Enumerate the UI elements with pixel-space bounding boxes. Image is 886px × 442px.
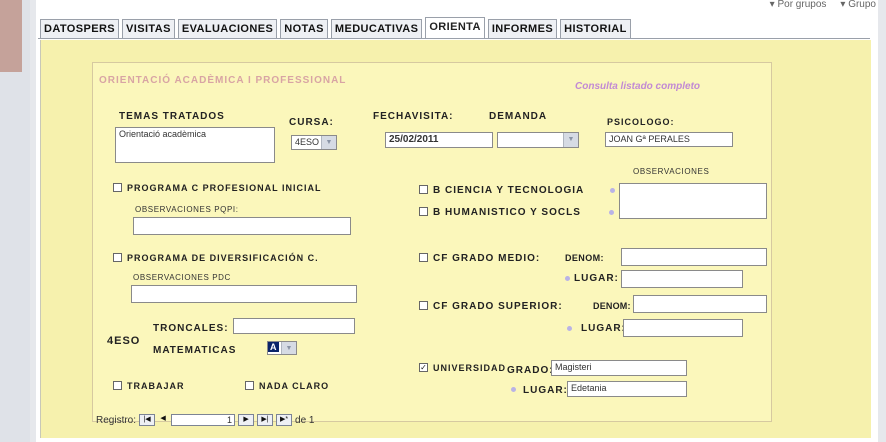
matematicas-label: MATEMATICAS [153,345,237,356]
tab-orienta[interactable]: ORIENTA [425,17,485,39]
cf-medio-denom-label: DENOM: [565,253,604,263]
fechavisita-label: FECHAVISITA: [373,111,454,122]
cf-superior-lugar-label: LUGAR: [581,323,626,334]
tab-notas[interactable]: NOTAS [280,19,328,39]
demanda-label: DEMANDA [489,111,548,122]
pcpi-checkbox[interactable] [113,183,122,192]
trabajar-label: TRABAJAR [127,381,185,391]
group-radio-bar: ▾ Por grupos ▾ Grupo [770,0,876,12]
psicologo-input[interactable]: JOAN Gª PERALES [605,132,733,147]
observaciones-textarea[interactable] [619,183,767,219]
new-record-button[interactable]: ▶* [276,414,293,426]
uni-lugar-input[interactable]: Edetania [567,381,687,397]
cf-medio-label: CF GRADO MEDIO: [433,253,541,264]
grado-label: GRADO: [507,365,554,376]
uni-lugar-label: LUGAR: [523,385,568,396]
consulta-link[interactable]: Consulta listado completo [575,81,700,92]
radio-por-grupos-label: Por grupos [777,0,827,10]
nada-claro-checkbox[interactable] [245,381,254,390]
matematicas-select[interactable]: A ▼ [267,341,297,355]
next-record-button[interactable]: ▶ [238,414,255,426]
trabajar-checkbox[interactable] [113,381,122,390]
tab-evaluaciones[interactable]: EVALUACIONES [177,19,278,39]
eso-label: 4ESO [107,335,141,347]
demanda-select[interactable]: ▼ [497,132,579,148]
troncales-input[interactable] [233,318,355,334]
tab-meducativas[interactable]: MEDUCATIVAS [330,19,423,39]
cf-medio-lugar-bullet [565,276,570,281]
universidad-checkbox[interactable]: ✓ [419,363,428,372]
pdc-obs-input[interactable] [131,285,357,303]
radio-grupo[interactable]: ▾ Grupo [840,0,876,10]
cursa-select[interactable]: 4ESO ▼ [291,135,337,150]
orientation-form: ORIENTACIÓ ACADÈMICA I PROFESSIONAL Cons… [92,62,772,422]
fechavisita-input[interactable]: 25/02/2011 [385,132,493,148]
registro-label: Registro: [96,414,137,426]
radio-grupo-label: Grupo [848,0,876,10]
psicologo-label: PSICOLOGO: [607,117,675,127]
tab-informes[interactable]: INFORMES [487,19,558,39]
humanistico-bullet [609,210,614,215]
grado-input[interactable]: Magisteri [551,360,687,376]
cf-superior-label: CF GRADO SUPERIOR: [433,301,563,312]
cf-medio-denom-input[interactable] [621,248,767,266]
chevron-down-icon: ▼ [563,133,578,147]
cf-medio-lugar-input[interactable] [621,270,743,288]
matematicas-value: A [268,342,279,352]
left-edge-chip [0,0,22,72]
tab-historial[interactable]: HISTORIAL [560,19,631,39]
cf-superior-denom-label: DENOM: [593,301,631,311]
universidad-label: UNIVERSIDAD [433,363,507,373]
ciencia-bullet [610,188,615,193]
last-record-button[interactable]: ▶| [257,414,274,426]
pdc-obs-label: OBSERVACIONES PDC [133,273,231,282]
pcpi-obs-input[interactable] [133,217,351,235]
pdc-label: PROGRAMA DE DIVERSIFICACIÓN C. [127,253,319,263]
chevron-down-icon: ▼ [281,342,296,354]
uni-lugar-bullet [511,387,516,392]
radio-por-grupos[interactable]: ▾ Por grupos [770,0,827,10]
observaciones-label: OBSERVACIONES [633,167,710,176]
pcpi-obs-label: OBSERVACIONES PQPI: [135,205,239,214]
temas-label: TEMAS TRATADOS [119,111,225,122]
pcpi-label: PROGRAMA C PROFESIONAL INICIAL [127,183,322,193]
section-title: ORIENTACIÓ ACADÈMICA I PROFESSIONAL [99,75,347,86]
left-edge [0,0,30,442]
cf-superior-lugar-input[interactable] [623,319,743,337]
record-navigator: Registro: |◀ ◀ 1 ▶ ▶| ▶* de 1 [96,414,314,426]
first-record-button[interactable]: |◀ [139,414,156,426]
cf-superior-lugar-bullet [567,326,572,331]
nada-claro-label: NADA CLARO [259,381,330,391]
ciencia-label: B CIENCIA Y TECNOLOGIA [433,185,585,196]
humanistico-checkbox[interactable] [419,207,428,216]
humanistico-label: B HUMANISTICO Y SOCLS [433,207,581,218]
chevron-down-icon: ▼ [321,136,336,149]
prev-record-button[interactable]: ◀ [158,414,168,426]
cf-medio-checkbox[interactable] [419,253,428,262]
pdc-checkbox[interactable] [113,253,122,262]
tab-bar: DATOSPERS VISITAS EVALUACIONES NOTAS MED… [40,17,631,39]
tab-visitas[interactable]: VISITAS [122,19,175,39]
record-number-input[interactable]: 1 [171,414,236,426]
temas-textarea[interactable]: Orientació acadèmica [115,127,275,163]
cf-superior-denom-input[interactable] [633,295,767,313]
tab-datospers[interactable]: DATOSPERS [40,19,120,39]
ciencia-checkbox[interactable] [419,185,428,194]
troncales-label: TRONCALES: [153,323,229,334]
record-count-label: de 1 [295,414,315,426]
cf-superior-checkbox[interactable] [419,301,428,310]
cf-medio-lugar-label: LUGAR: [574,273,619,284]
tab-baseline [38,38,870,39]
cursa-value: 4ESO [295,137,320,147]
cursa-label: CURSA: [289,117,334,128]
